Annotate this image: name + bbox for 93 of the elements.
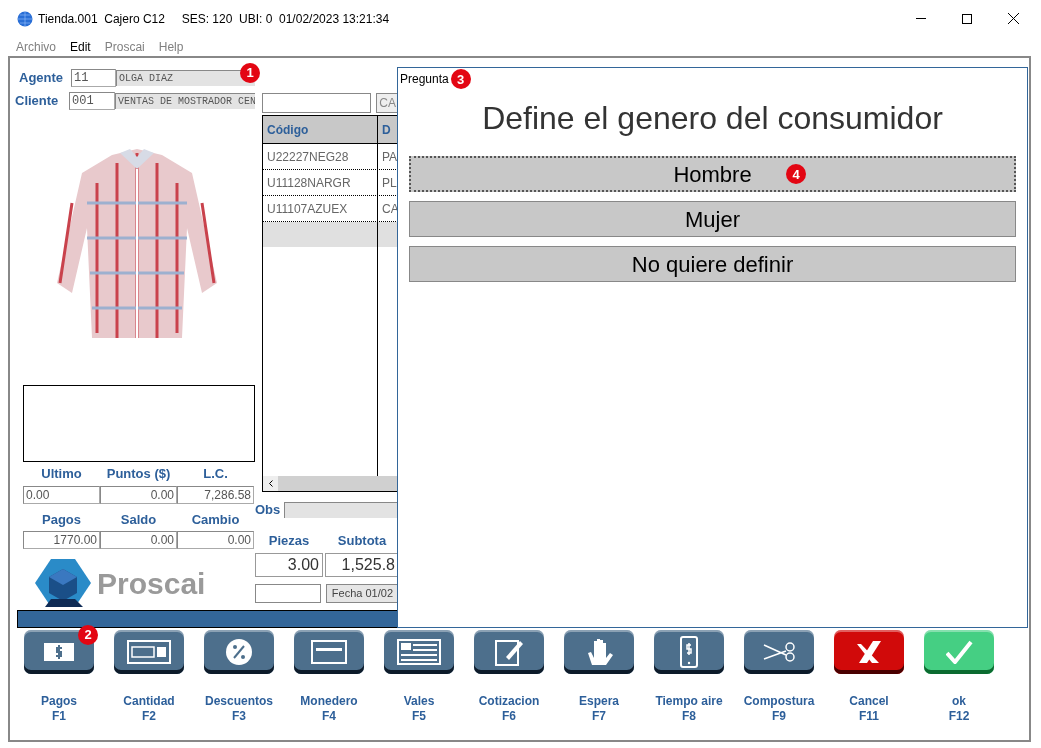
table-cell-text: PL [382, 174, 397, 192]
total-label: Pagos [42, 510, 81, 529]
shortcut-key-label: F3 [232, 709, 246, 724]
toolbar-button[interactable] [564, 630, 634, 674]
dialog-title: Pregunta [400, 71, 449, 88]
shortcut-key-label: F1 [52, 709, 66, 724]
answer-button[interactable]: Hombre 4 [409, 156, 1016, 192]
shortcut-key-label: F5 [412, 709, 426, 724]
dialog-question: Define el genero del consumidor [482, 99, 943, 138]
table-cell-text: U11128NARGR [267, 174, 351, 192]
action-label: ok [952, 694, 966, 709]
shortcut-key-label: F11 [859, 709, 879, 724]
summary-label: Piezas [268, 531, 310, 550]
answer-button[interactable]: Mujer [409, 201, 1016, 237]
globe-icon [17, 10, 33, 27]
action-label: Tiempo aire [655, 694, 723, 709]
value-field: 0.00 [177, 531, 254, 549]
total-label: Saldo [120, 510, 157, 529]
close-icon [1007, 13, 1019, 24]
summary-label: Subtota [337, 531, 387, 550]
toolbar-button[interactable] [744, 630, 814, 674]
card-icon [311, 640, 347, 664]
action-label: Cotizacion [478, 694, 540, 709]
action-label: Cantidad [123, 694, 175, 709]
toolbar-button[interactable] [834, 630, 904, 674]
shortcut-key-label: F9 [772, 709, 786, 724]
value-field: 0.00 [23, 485, 100, 504]
date-button[interactable]: Fecha 01/02 [325, 584, 399, 603]
action-label: Espera [579, 694, 619, 709]
shortcut-key-label: F12 [948, 709, 970, 724]
shortcut-key-label: F2 [142, 709, 156, 724]
action-label: Cancel [849, 694, 889, 709]
maximize-icon [962, 13, 972, 24]
action-label: Compostura [743, 694, 815, 709]
toolbar-button[interactable] [114, 630, 184, 674]
toolbar-button[interactable] [24, 630, 94, 674]
close-icon [856, 640, 882, 664]
logo-text: Proscai [97, 565, 206, 602]
total-label: L.C. [203, 465, 228, 483]
number-badge: 4 [786, 164, 806, 184]
percent-icon [226, 639, 252, 665]
check-icon [945, 640, 973, 664]
toolbar-button[interactable] [384, 630, 454, 674]
menu-item[interactable]: Edit [70, 37, 91, 56]
total-label: Cambio [191, 510, 240, 529]
number-badge: 3 [450, 69, 471, 89]
toolbar-button[interactable] [654, 630, 724, 674]
obs-field[interactable] [284, 501, 399, 518]
note-pencil-icon [494, 638, 524, 666]
agent-code-field: 11 [71, 69, 116, 87]
blank-field[interactable] [255, 584, 321, 603]
toolbar-button[interactable] [204, 630, 274, 674]
value-field: 1770.00 [23, 531, 100, 549]
cube-logo-icon [35, 559, 91, 607]
client-code-field: 001 [69, 92, 115, 110]
scroll-left-icon [268, 480, 273, 487]
action-label: Vales [403, 694, 435, 709]
total-label: Ultimo [41, 465, 82, 483]
value-field: 7,286.58 [177, 485, 254, 504]
field-label: Cliente [15, 92, 60, 111]
summary-field: 3.00 [255, 553, 323, 577]
toolbar-button[interactable] [924, 630, 994, 674]
action-label: Pagos [41, 694, 77, 709]
action-label: Monedero [300, 694, 358, 709]
value-field: 0.00 [100, 531, 177, 549]
field-label: Obs [255, 501, 281, 519]
shortcut-key-label: F4 [322, 709, 336, 724]
calculator-icon [127, 640, 171, 664]
shortcut-key-label: F7 [592, 709, 606, 724]
number-badge: 1 [240, 62, 260, 83]
client-name-field: VENTAS DE MOSTRADOR CEN [115, 93, 255, 109]
window-title: Tienda.001 Cajero C12 SES: 120 UBI: 0 01/02/2023 13:21:34 [38, 10, 390, 28]
minimize-icon [916, 18, 926, 19]
value-field: 0.00 [100, 485, 177, 504]
scissors-icon [763, 642, 795, 662]
answer-button[interactable]: No quiere definir [409, 246, 1016, 282]
shortcut-key-label: F8 [682, 709, 696, 724]
hand-icon [585, 638, 613, 666]
banknote-icon [44, 643, 74, 661]
toolbar-button[interactable] [474, 630, 544, 674]
toolbar-button[interactable] [294, 630, 364, 674]
total-label: Puntos ($) [106, 465, 171, 483]
action-label: Descuentos [205, 694, 273, 709]
search-field[interactable] [262, 93, 372, 113]
column-header: D [382, 121, 391, 139]
table-cell-text: PA [382, 148, 398, 166]
phone-icon [680, 636, 698, 668]
field-label: Agente [18, 69, 65, 88]
table-cell-text: U22227NEG28 [267, 148, 349, 166]
ticket-icon [397, 639, 441, 665]
column-header: Código [267, 121, 309, 139]
table-cell-text: U11107AZUEX [267, 200, 348, 218]
shortcut-key-label: F6 [502, 709, 516, 724]
